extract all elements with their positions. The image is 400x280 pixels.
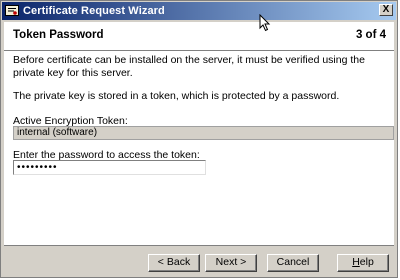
info-paragraph: The private key is stored in a token, wh… [13,90,340,102]
password-input[interactable]: ••••••••• [13,160,206,175]
wizard-content: Before certificate can be installed on t… [4,51,394,246]
token-field: internal (software) [13,126,394,140]
title-bar[interactable]: Certificate Request Wizard X [2,2,396,20]
certificate-icon [5,4,19,18]
wizard-header: Token Password 3 of 4 [4,22,394,51]
wizard-window: Certificate Request Wizard X Token Passw… [0,0,398,278]
help-mnemonic: H [352,256,360,268]
page-title: Token Password [13,29,104,41]
step-indicator: 3 of 4 [355,29,386,41]
intro-paragraph: Before certificate can be installed on t… [13,54,365,79]
next-button[interactable]: Next > [205,254,257,272]
cancel-button[interactable]: Cancel [267,254,319,272]
back-button[interactable]: < Back [148,254,200,272]
help-button[interactable]: Help [337,254,389,272]
close-button[interactable]: X [379,4,393,16]
help-label: elp [359,256,374,268]
close-icon: X [382,4,390,15]
mouse-cursor-icon [259,14,271,32]
window-title: Certificate Request Wizard [23,5,165,17]
